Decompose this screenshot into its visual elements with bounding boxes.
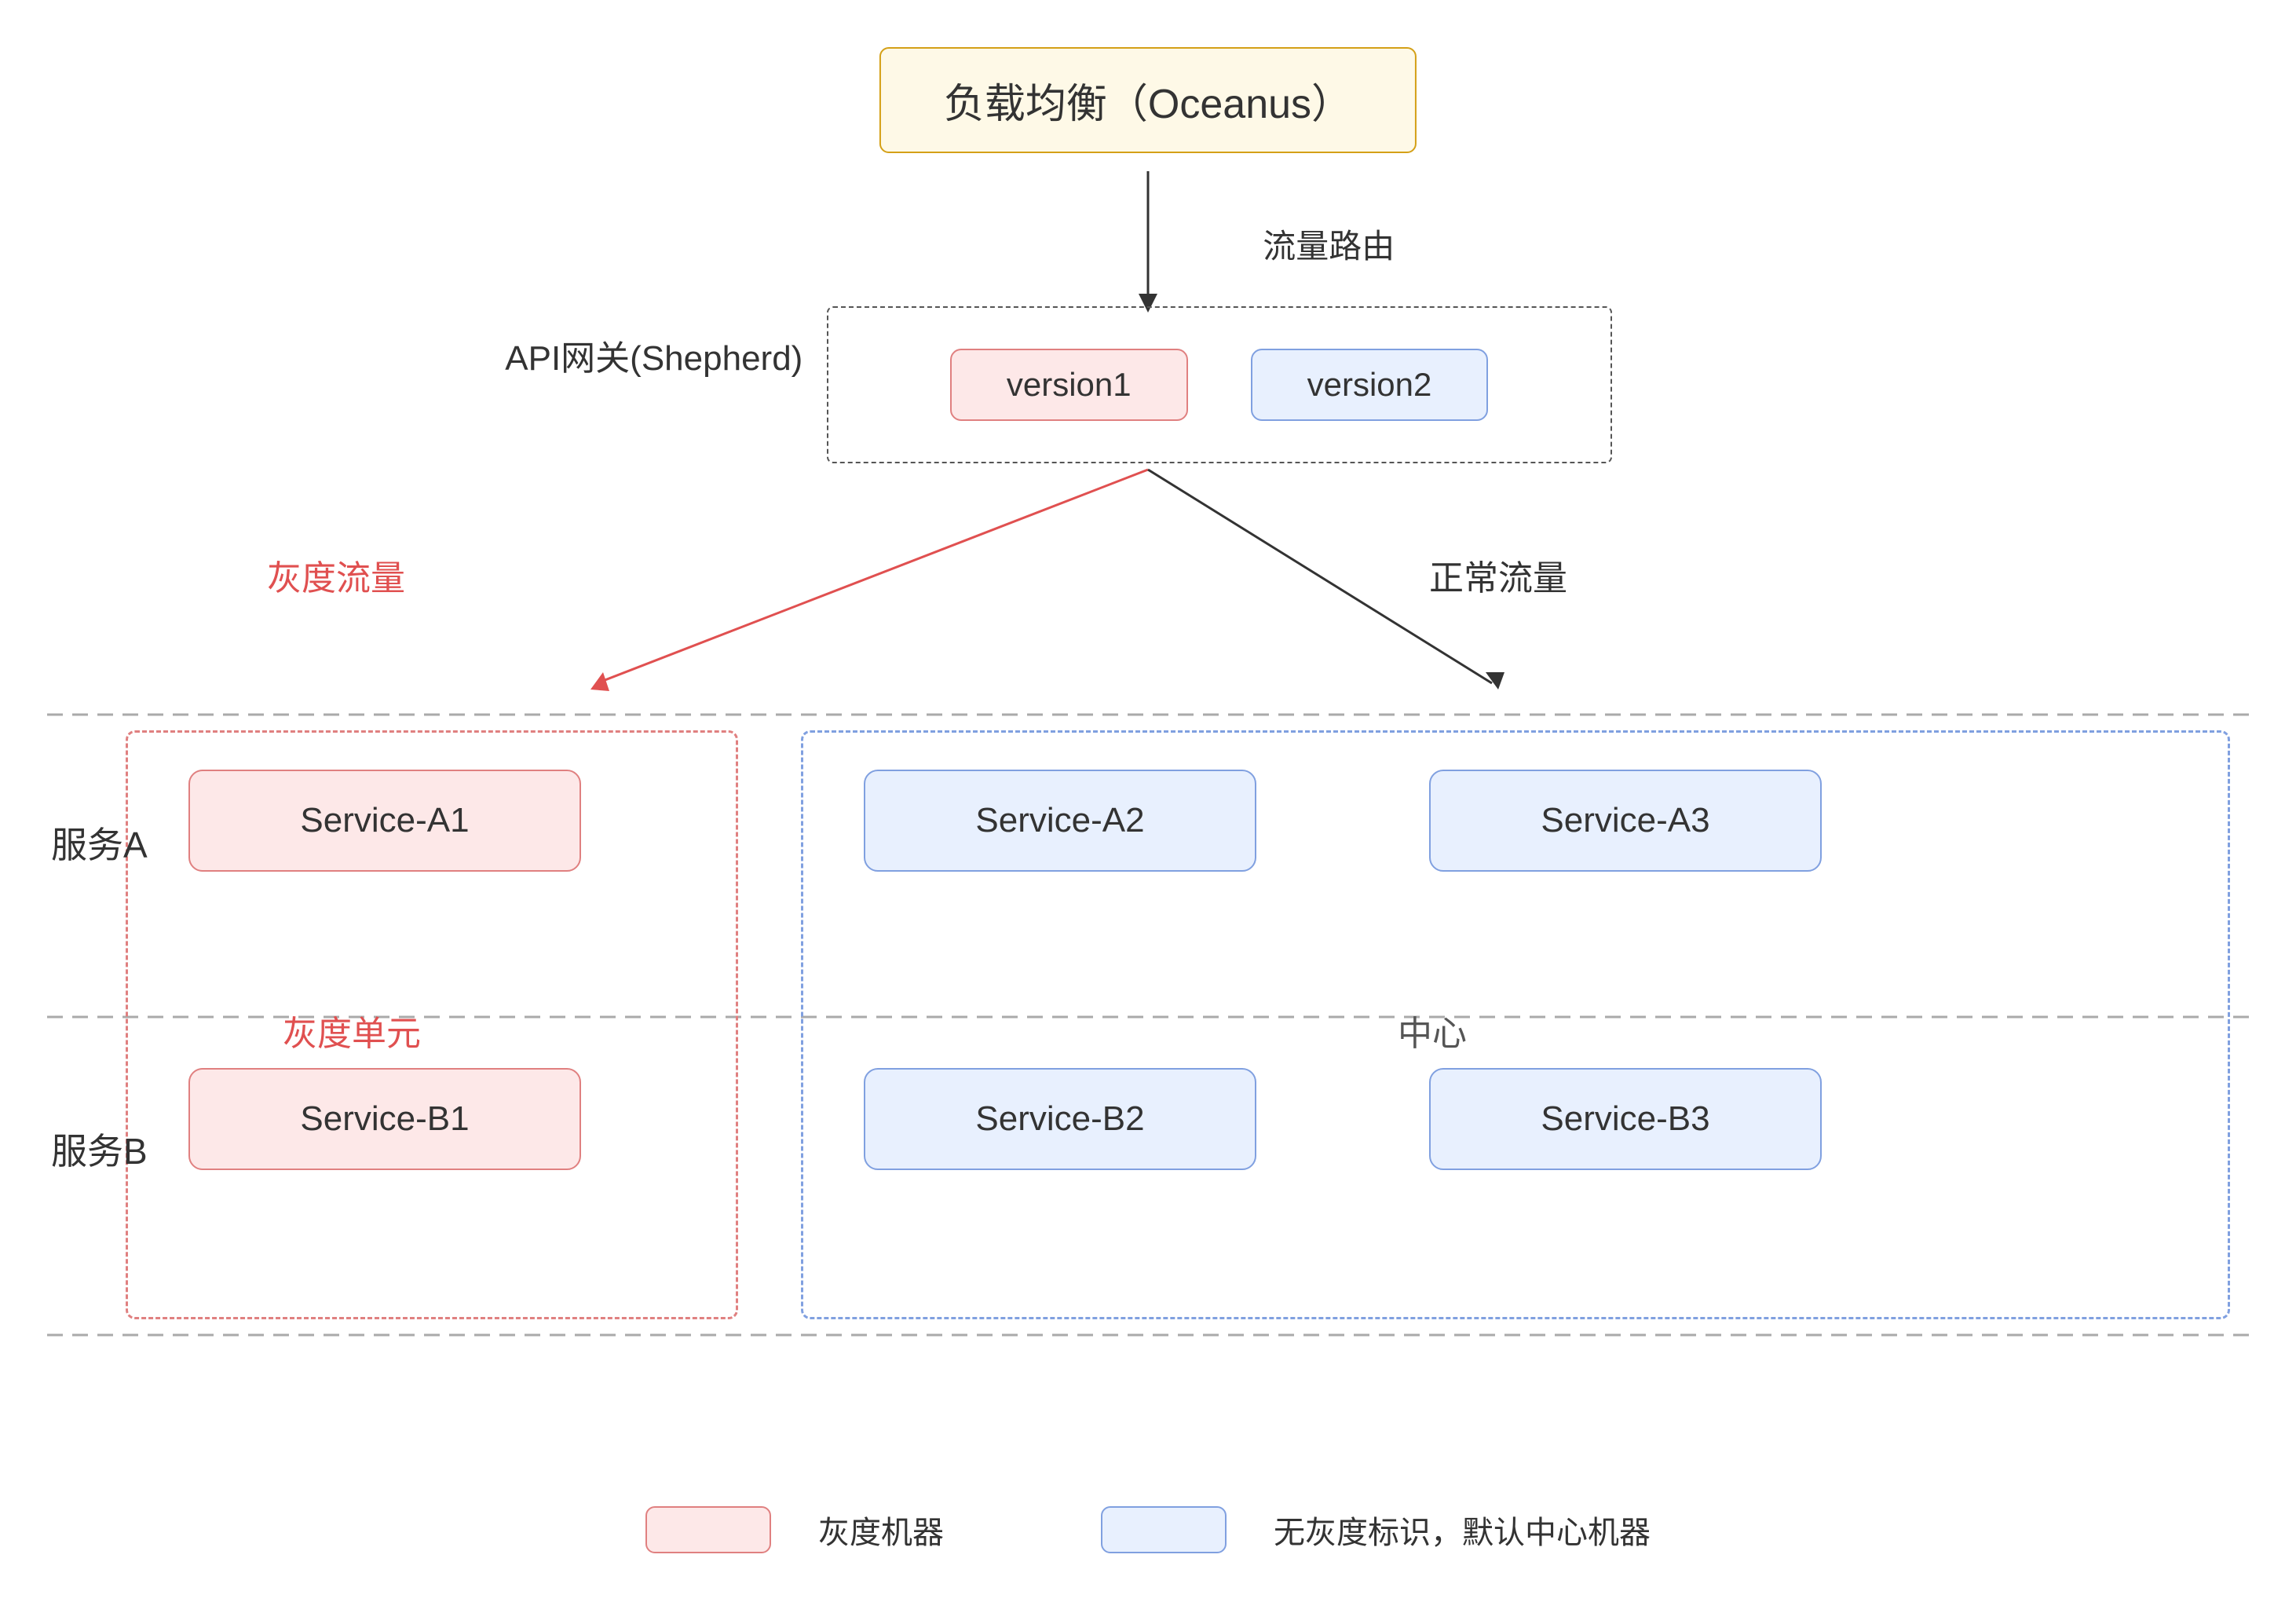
lb-label: 负载均衡（Oceanus） [944,82,1352,127]
diagram-container: 负载均衡（Oceanus） 流量路由 API网关(Shepherd) versi… [0,0,2296,1624]
service-b-label: 服务B [51,1123,148,1175]
gray-unit-label: 灰度单元 [283,1005,421,1055]
service-b3-box: Service-B3 [1429,1068,1822,1170]
service-a3-box: Service-A3 [1429,770,1822,872]
version1-box: version1 [950,349,1188,421]
apigw-label: API网关(Shepherd) [505,330,803,380]
service-a-label: 服务A [51,817,148,869]
service-b1-box: Service-B1 [188,1068,581,1170]
version2-box: version2 [1251,349,1489,421]
legend-gray-label: 灰度机器 [818,1507,944,1553]
legend-box-red [645,1506,771,1553]
service-a2-box: Service-A2 [864,770,1256,872]
normal-traffic-label: 正常流量 [1429,550,1567,600]
legend-box-blue [1101,1506,1227,1553]
legend-container: 灰度机器 无灰度标识，默认中心机器 [645,1506,1651,1553]
legend-center-label: 无灰度标识，默认中心机器 [1274,1507,1651,1553]
lb-box: 负载均衡（Oceanus） [879,47,1417,153]
center-unit-label: 中心 [1398,1005,1467,1055]
service-a1-box: Service-A1 [188,770,581,872]
apigw-dotted-box: version1 version2 [827,306,1612,463]
gray-traffic-label: 灰度流量 [267,550,405,600]
service-b2-box: Service-B2 [864,1068,1256,1170]
flow-label: 流量路由 [1263,220,1395,268]
